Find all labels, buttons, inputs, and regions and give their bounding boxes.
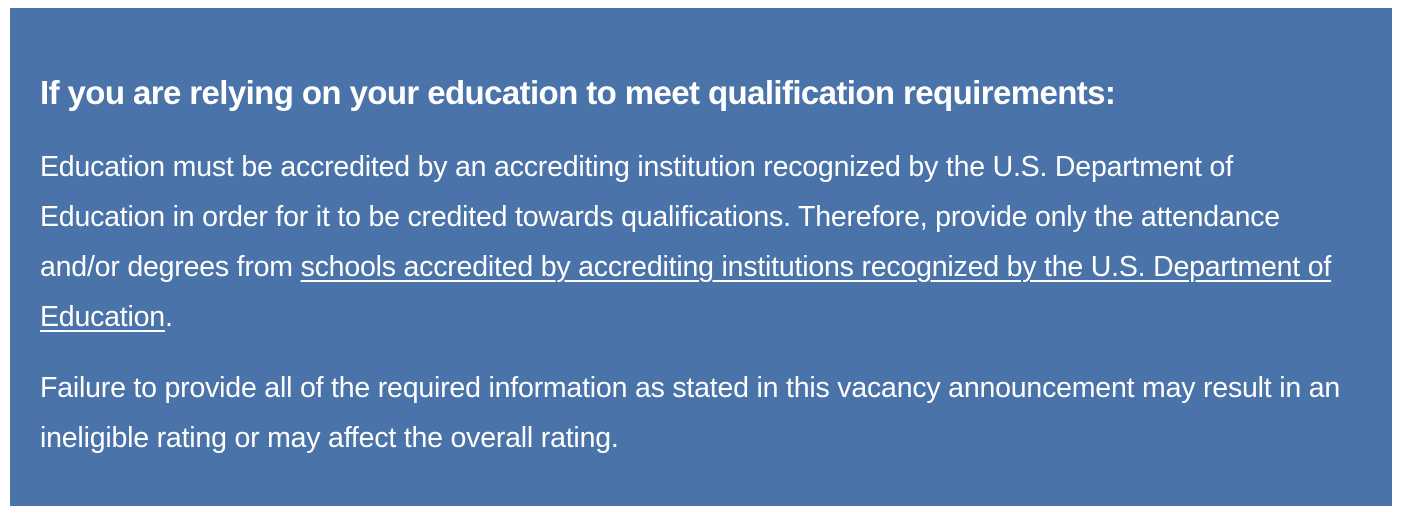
education-requirements-callout: If you are relying on your education to … (10, 8, 1392, 506)
failure-warning-paragraph: Failure to provide all of the required i… (40, 372, 1341, 454)
accreditation-paragraph: Education must be accredited by an accre… (40, 142, 1362, 342)
accreditation-text-end: . (164, 301, 173, 333)
callout-heading: If you are relying on your education to … (40, 74, 1116, 111)
callout-body: Education must be accredited by an accre… (40, 142, 1362, 463)
